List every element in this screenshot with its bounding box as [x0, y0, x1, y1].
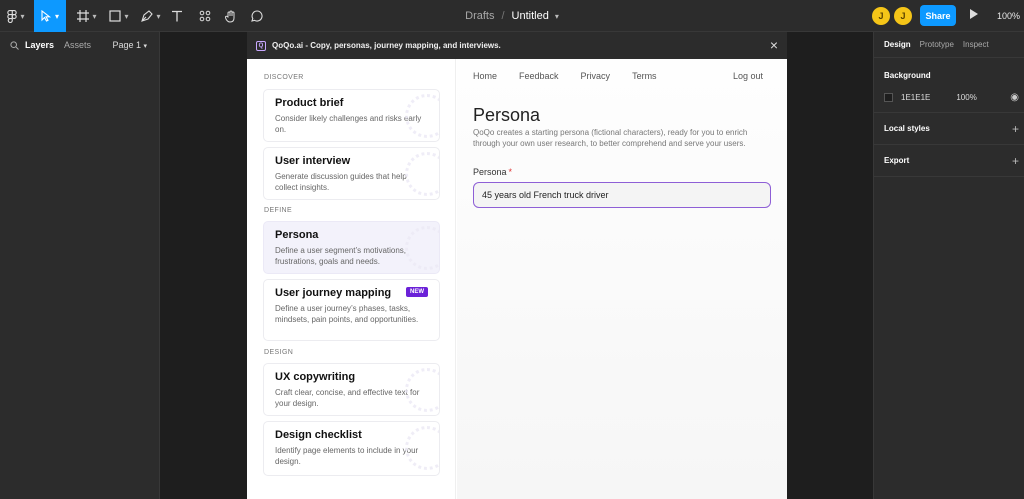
figma-logo-icon [7, 9, 18, 23]
breadcrumb-folder[interactable]: Drafts [465, 10, 494, 22]
tab-layers[interactable]: Layers [25, 40, 54, 50]
move-tool-button[interactable]: ▾ [34, 0, 66, 32]
card-title: Persona [275, 229, 319, 241]
background-opacity[interactable]: 100% [956, 93, 976, 102]
chevron-down-icon: ▾ [143, 43, 147, 50]
chevron-down-icon: ▾ [20, 11, 25, 21]
plugin-sidebar: DISCOVER Product brief Consider likely c… [247, 59, 456, 499]
text-tool-button[interactable] [168, 0, 186, 32]
file-name[interactable]: Untitled [512, 10, 549, 22]
frame-icon [77, 10, 90, 22]
export-title: Export [884, 156, 910, 165]
plugin-main: Home Feedback Privacy Terms Log out Pers… [457, 59, 787, 499]
page-title: Persona [473, 105, 541, 125]
nav-logout[interactable]: Log out [733, 71, 763, 85]
page-name: Page 1 [112, 40, 141, 50]
rectangle-icon [109, 10, 122, 22]
nav-home[interactable]: Home [473, 71, 497, 85]
tab-inspect[interactable]: Inspect [963, 40, 989, 49]
card-title: Design checklist [275, 429, 362, 441]
section-design: DESIGN [264, 349, 294, 356]
hand-tool-button[interactable] [222, 0, 240, 32]
avatar[interactable]: J [872, 7, 890, 25]
page-selector[interactable]: Page 1 ▾ [112, 40, 147, 50]
share-button[interactable]: Share [920, 5, 956, 26]
main-menu-button[interactable]: ▾ [0, 0, 32, 32]
card-persona[interactable]: Persona Define a user segment’s motivati… [263, 221, 440, 274]
card-title: User interview [275, 155, 351, 167]
breadcrumb-separator: / [501, 10, 505, 22]
shape-tool-button[interactable]: ▾ [104, 0, 134, 32]
tab-assets[interactable]: Assets [64, 40, 91, 50]
color-swatch[interactable] [884, 93, 893, 102]
plugin-header: Q QoQo.ai - Copy, personas, journey mapp… [247, 32, 787, 59]
background-row[interactable]: 1E1E1E 100% ◉ [884, 92, 1019, 103]
local-styles-title: Local styles [884, 124, 930, 133]
card-title: UX copywriting [275, 371, 356, 383]
plus-icon[interactable]: + [1012, 122, 1019, 136]
card-ux-copywriting[interactable]: UX copywriting Craft clear, concise, and… [263, 363, 440, 416]
nav-feedback[interactable]: Feedback [519, 71, 559, 85]
pen-tool-button[interactable]: ▾ [136, 0, 166, 32]
background-hex[interactable]: 1E1E1E [901, 93, 930, 102]
layers-panel-header: Layers Assets Page 1 ▾ [0, 32, 159, 58]
play-icon[interactable] [970, 9, 978, 19]
field-label-text: Persona [473, 167, 507, 177]
layers-panel: Layers Assets Page 1 ▾ [0, 32, 160, 499]
plugin-title: QoQo.ai - Copy, personas, journey mappin… [272, 41, 501, 50]
section-define: DEFINE [264, 207, 293, 214]
comment-icon [251, 10, 263, 22]
zoom-value: 100% [997, 11, 1021, 21]
hand-icon [225, 10, 235, 23]
nav-terms[interactable]: Terms [632, 71, 657, 85]
plugin-nav: Home Feedback Privacy Terms Log out [473, 71, 763, 85]
required-marker: * [508, 167, 513, 177]
design-panel: Design Prototype Inspect Background 1E1E… [873, 32, 1024, 499]
search-icon[interactable] [10, 40, 19, 50]
chevron-down-icon: ▾ [54, 11, 59, 21]
card-title: Product brief [275, 97, 344, 109]
top-toolbar: ▾ ▾ ▾ ▾ ▾ Drafts / Untitled ▾ J J Share … [0, 0, 1024, 32]
cursor-icon [41, 10, 52, 22]
pen-icon [141, 10, 154, 22]
persona-field-label: Persona * [473, 167, 512, 177]
frame-tool-button[interactable]: ▾ [72, 0, 102, 32]
comment-tool-button[interactable] [248, 0, 266, 32]
card-product-brief[interactable]: Product brief Consider likely challenges… [263, 89, 440, 142]
nav-privacy[interactable]: Privacy [581, 71, 611, 85]
avatar[interactable]: J [894, 7, 912, 25]
chevron-down-icon: ▾ [124, 11, 129, 21]
qoqo-logo-icon: Q [256, 40, 266, 51]
plus-icon[interactable]: + [1012, 154, 1019, 168]
persona-input[interactable] [473, 182, 771, 208]
section-discover: DISCOVER [264, 74, 304, 81]
tab-design[interactable]: Design [884, 40, 911, 49]
chevron-down-icon: ▾ [156, 11, 161, 21]
card-design-checklist[interactable]: Design checklist Identify page elements … [263, 421, 440, 476]
export-section: Export + [874, 145, 1024, 177]
chevron-down-icon: ▾ [92, 11, 97, 21]
tab-prototype[interactable]: Prototype [920, 40, 954, 49]
background-title: Background [884, 71, 931, 80]
close-icon[interactable]: × [770, 37, 778, 53]
text-icon [172, 10, 182, 22]
page-description: QoQo creates a starting persona (fiction… [473, 128, 748, 148]
card-user-journey-mapping[interactable]: User journey mapping NEW Define a user j… [263, 279, 440, 341]
card-description: Define a user journey’s phases, tasks, m… [275, 304, 419, 324]
resources-icon [199, 10, 211, 22]
card-user-interview[interactable]: User interview Generate discussion guide… [263, 147, 440, 200]
eye-icon[interactable]: ◉ [1010, 92, 1019, 103]
chevron-down-icon[interactable]: ▾ [555, 12, 559, 21]
background-section: Background 1E1E1E 100% ◉ [874, 58, 1024, 113]
design-panel-tabs: Design Prototype Inspect [874, 32, 1024, 58]
resources-button[interactable] [196, 0, 214, 32]
plugin-window: Q QoQo.ai - Copy, personas, journey mapp… [247, 32, 787, 499]
local-styles-section: Local styles + [874, 113, 1024, 145]
new-badge: NEW [406, 287, 428, 297]
zoom-level[interactable]: 100% [997, 0, 1020, 32]
